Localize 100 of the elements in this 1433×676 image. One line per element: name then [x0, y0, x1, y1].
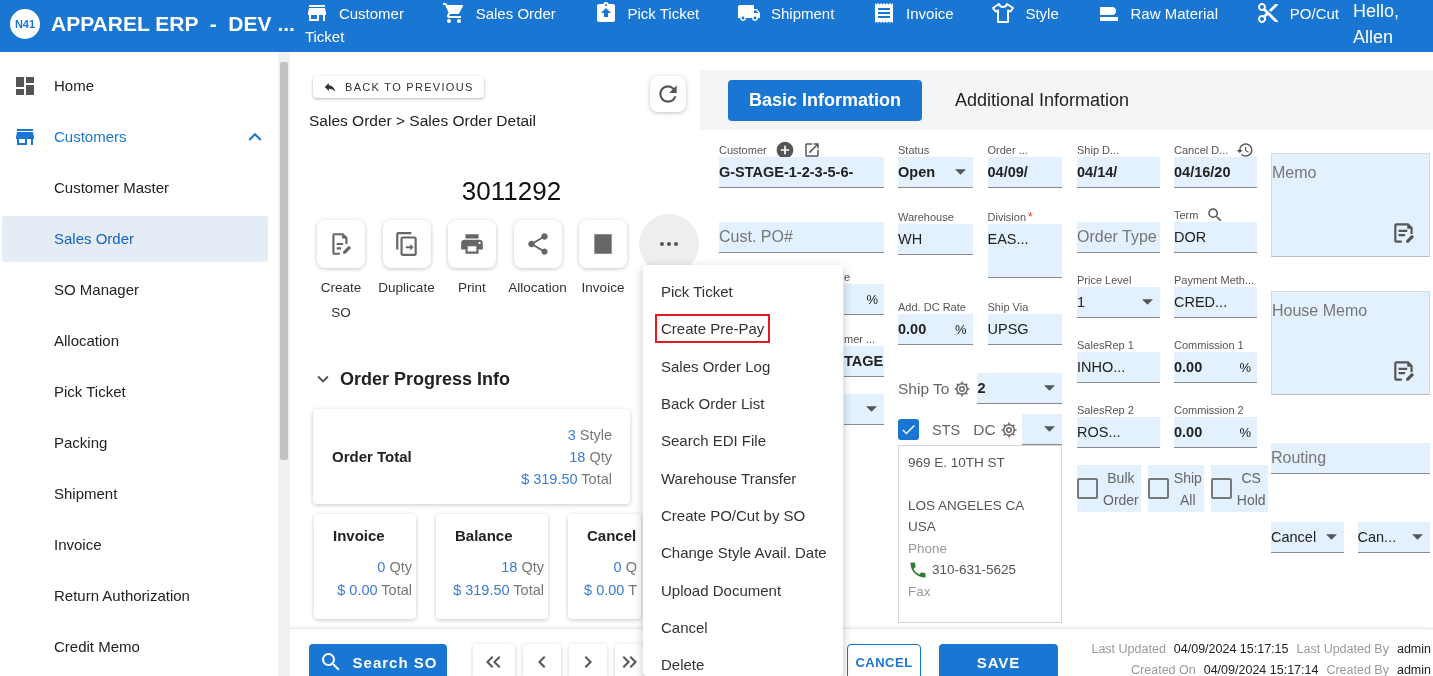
input-field[interactable]: Order Type — [1077, 222, 1160, 253]
sidebar-item[interactable]: Invoice — [2, 519, 268, 570]
dropdown-caret-icon — [1412, 534, 1423, 540]
menu-item[interactable]: Back Order List — [643, 384, 843, 423]
memo-field[interactable]: House Memo — [1271, 291, 1430, 395]
sidebar-item[interactable]: Home — [0, 60, 268, 111]
input-field[interactable]: Routing — [1271, 443, 1430, 474]
nav-item[interactable]: Shipment — [736, 1, 835, 25]
field-label: SalesRep 2 — [1077, 404, 1134, 416]
sidebar-item[interactable]: SO Manager — [2, 264, 268, 315]
menu-item[interactable]: Create Pre-Pay — [643, 310, 843, 348]
refresh-button[interactable] — [650, 76, 686, 112]
shirt-icon — [991, 1, 1016, 25]
input-field[interactable]: TAGE — [844, 346, 884, 377]
stat-text: $ 0.00 Total — [337, 582, 412, 598]
action-label: Allocation — [508, 279, 567, 297]
field-label: Warehouse — [898, 211, 954, 223]
input-field[interactable]: 04/09/ — [987, 157, 1062, 188]
input-field[interactable]: ROS... — [1077, 417, 1160, 448]
menu-item[interactable]: Sales Order Log — [643, 347, 843, 385]
tab[interactable]: Basic Information — [728, 79, 923, 121]
tab[interactable]: Additional Information — [934, 79, 1151, 121]
checkbox[interactable] — [898, 419, 919, 440]
menu-item[interactable]: Delete — [643, 645, 843, 676]
checkbox[interactable] — [1077, 478, 1098, 499]
meta-value: admin — [1396, 641, 1431, 658]
open-link-icon — [802, 141, 821, 159]
menu-item[interactable]: Warehouse Transfer — [643, 459, 843, 497]
cancel-button[interactable]: CANCEL — [847, 644, 921, 676]
input-field[interactable]: WH — [898, 224, 973, 255]
input-field[interactable]: UPSG — [987, 314, 1062, 345]
scrollbar-thumb[interactable] — [280, 62, 288, 460]
action-button[interactable] — [579, 220, 627, 268]
sidebar-item[interactable]: Return Authorization — [2, 570, 268, 621]
nav-item[interactable]: PO/Cut — [1255, 1, 1339, 25]
pager-button[interactable] — [615, 644, 643, 676]
dropdown-caret-icon — [1044, 426, 1055, 432]
field-label: Customer — [719, 144, 767, 156]
checkbox[interactable] — [1147, 478, 1169, 499]
sidebar-item[interactable]: Customers — [0, 111, 268, 162]
sidebar-item[interactable]: Packing — [2, 417, 268, 468]
select-field[interactable]: Open — [898, 157, 973, 188]
pager-button[interactable] — [473, 644, 515, 676]
sidebar-item[interactable]: Customer Master — [2, 162, 268, 213]
menu-item[interactable]: Upload Document — [643, 571, 843, 609]
sidebar-item[interactable]: Allocation — [2, 315, 268, 366]
nav-item[interactable]: Style — [991, 1, 1059, 25]
sidebar-item[interactable]: Shipment — [2, 468, 268, 519]
input-field[interactable]: 04/14/ — [1077, 157, 1160, 188]
memo-field[interactable]: Memo — [1271, 153, 1430, 257]
input-field[interactable]: % — [844, 284, 884, 315]
app-title: APPAREL ERP - DEV ... — [51, 12, 295, 36]
select-field[interactable] — [844, 394, 884, 425]
input-field[interactable]: 0.00 % — [898, 314, 973, 345]
select-field[interactable] — [1021, 414, 1062, 445]
sidebar-item[interactable]: Sales Order — [2, 215, 268, 262]
sidebar-item[interactable]: Credit Memo — [2, 621, 268, 672]
action-label: Duplicate — [378, 279, 435, 297]
input-field[interactable]: 04/16/20 — [1174, 157, 1257, 188]
back-button[interactable]: BACK TO PREVIOUS — [313, 76, 484, 98]
meta-label: Last Updated — [1091, 641, 1166, 658]
scrollbar[interactable] — [278, 52, 290, 676]
input-field[interactable]: CRED... — [1174, 287, 1257, 318]
nav-item[interactable]: Customer — [304, 1, 404, 25]
select-field[interactable]: Can... — [1357, 522, 1430, 553]
menu-item[interactable]: Pick Ticket — [643, 273, 843, 311]
input-field[interactable]: DOR — [1174, 222, 1257, 253]
action-button[interactable] — [382, 220, 431, 268]
menu-item[interactable]: Search EDI File — [643, 422, 843, 460]
select-field[interactable]: Cancel — [1271, 522, 1344, 553]
meta-value: 04/09/2024 15:17:14 — [1203, 662, 1319, 676]
search-button[interactable]: Search SO — [309, 644, 447, 676]
card-title: Balance — [455, 527, 514, 544]
stat-text: $ 0.00 T — [584, 582, 637, 598]
input-field[interactable]: EAS... — [987, 224, 1062, 278]
select-field[interactable]: 1 — [1077, 287, 1160, 318]
input-field[interactable]: Cust. PO# — [719, 222, 884, 253]
meta-label: Last Updated By — [1296, 641, 1389, 658]
cart-icon — [441, 1, 466, 25]
select-field[interactable]: 2 — [977, 373, 1062, 404]
action-button[interactable] — [317, 220, 365, 268]
nav-item[interactable]: Pick Ticket — [593, 1, 700, 25]
checkbox[interactable] — [1210, 478, 1232, 499]
add-icon — [774, 140, 795, 160]
input-field[interactable]: G-STAGE-1-2-3-5-6- — [719, 157, 884, 188]
back-arrow-icon — [323, 80, 337, 94]
menu-item[interactable]: Change Style Avail. Date — [643, 534, 843, 572]
nav-item[interactable]: Sales Order — [441, 1, 556, 25]
sidebar-item[interactable]: Pick Ticket — [2, 366, 268, 417]
nav-item[interactable]: Invoice — [872, 1, 954, 25]
input-field[interactable]: 0.00 % — [1174, 417, 1257, 448]
menu-item[interactable]: Cancel — [643, 608, 843, 646]
input-field[interactable]: 0.00 % — [1174, 352, 1257, 383]
nav-item[interactable]: Raw Material — [1096, 1, 1219, 25]
menu-item[interactable]: Create PO/Cut by SO — [643, 496, 843, 535]
required-mark: * — [1028, 210, 1033, 224]
action-button[interactable] — [448, 220, 496, 268]
input-field[interactable]: INHO... — [1077, 352, 1160, 383]
save-button[interactable]: SAVE — [939, 644, 1058, 676]
action-button[interactable] — [513, 220, 562, 268]
